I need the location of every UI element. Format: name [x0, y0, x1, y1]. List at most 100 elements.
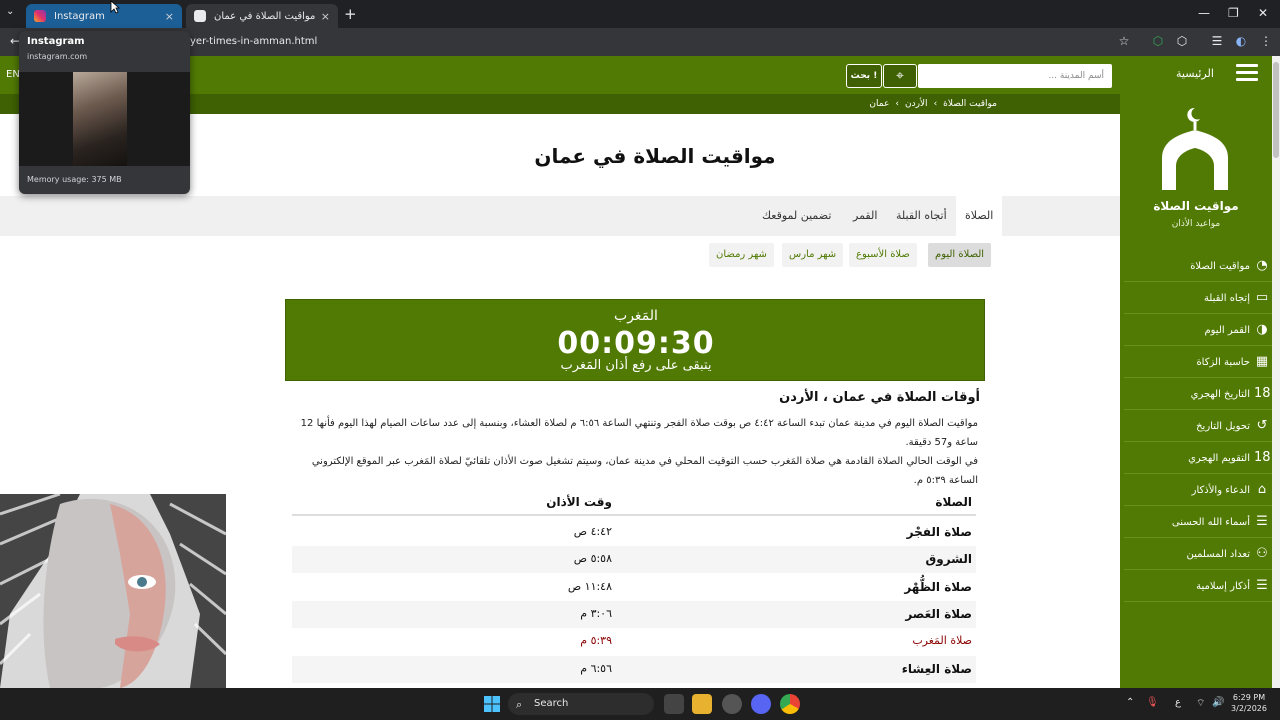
- tab-instagram[interactable]: Instagram ×: [26, 4, 182, 28]
- microphone-icon[interactable]: 🎙: [1146, 697, 1159, 708]
- pill-week[interactable]: صلاة الأسبوع: [849, 243, 917, 267]
- system-clock[interactable]: 6:29 PM 3/2/2026: [1226, 692, 1272, 714]
- browser-menu-icon[interactable]: ⋮: [1259, 34, 1273, 48]
- intro-paragraph: مواقيت الصلاة اليوم في مدينة عمان تبدء ا…: [300, 418, 978, 448]
- tray-overflow-icon[interactable]: ⌃: [1126, 697, 1134, 708]
- pill-today[interactable]: الصلاة اليوم: [928, 243, 992, 267]
- site-subtitle: مواعيد الأذان: [1171, 219, 1221, 229]
- breadcrumb-item[interactable]: الأردن: [905, 99, 928, 109]
- hamburger-menu-icon[interactable]: [1236, 64, 1258, 84]
- sidebar-item-icon: 18: [1254, 386, 1271, 401]
- clock-time: 6:29 PM: [1232, 693, 1266, 702]
- floating-video-thumbnail[interactable]: [0, 494, 226, 688]
- prayer-time: ٦:٥٦ م: [580, 661, 612, 675]
- hover-card-preview-image: [73, 72, 127, 166]
- shield-extension-icon[interactable]: ⬡: [1151, 34, 1165, 48]
- minimize-icon[interactable]: —: [1198, 6, 1210, 20]
- wifi-icon[interactable]: ⌔: [1196, 697, 1205, 710]
- sidebar-item-icon: 18: [1254, 450, 1271, 465]
- close-tab-icon[interactable]: ×: [165, 10, 174, 23]
- language-switch[interactable]: EN: [6, 69, 20, 80]
- sidebar-item[interactable]: ◔ مواقيت الصلاة: [1124, 251, 1272, 282]
- instagram-icon: [34, 10, 46, 22]
- sidebar-item-label: أذكار إسلامية: [1196, 580, 1250, 592]
- keyboard-language[interactable]: ع: [1175, 697, 1181, 708]
- prayer-time: ٣:٠٦ م: [580, 606, 612, 620]
- sidebar-item-label: تعداد المسلمين: [1186, 548, 1250, 560]
- close-window-icon[interactable]: ✕: [1258, 6, 1268, 20]
- tab-embed[interactable]: تضمين لموقعك: [753, 196, 840, 236]
- location-icon[interactable]: ⌖: [883, 64, 917, 88]
- breadcrumb-item[interactable]: عمان: [869, 99, 889, 109]
- task-view-icon[interactable]: [664, 694, 684, 714]
- search-button[interactable]: بحث !: [846, 64, 882, 88]
- table-row: صلاة المَغرب ٥:٣٩ م: [292, 628, 976, 655]
- memory-usage-label: Memory usage: 375 MB: [27, 175, 122, 184]
- header-time: وقت الأذان: [546, 495, 612, 509]
- city-search-input[interactable]: أسم المدينة ...: [918, 64, 1112, 88]
- sidebar-item-icon: ⚇: [1256, 546, 1268, 561]
- sidebar-item[interactable]: ☰ أذكار إسلامية: [1124, 571, 1272, 602]
- table-row: الشروق ٥:٥٨ ص: [292, 546, 976, 574]
- bookmark-icon[interactable]: ☆: [1117, 34, 1131, 48]
- next-prayer-paragraph: في الوقت الحالي الصلاة القادمة هي صلاة ا…: [311, 456, 978, 486]
- profile-avatar-icon[interactable]: ◐: [1234, 34, 1248, 48]
- sidebar-item[interactable]: ↺ تحويل التاريخ: [1124, 411, 1272, 442]
- discord-icon[interactable]: [751, 694, 771, 714]
- pill-march[interactable]: شهر مارس: [782, 243, 844, 267]
- tab-prayer[interactable]: الصلاة: [956, 196, 1003, 236]
- prayer-name: الشروق: [925, 552, 972, 567]
- tab-prayer-times[interactable]: مواقيت الصلاة في عمان ×: [186, 4, 338, 28]
- file-explorer-icon[interactable]: [692, 694, 712, 714]
- reading-list-icon[interactable]: ☰: [1210, 34, 1224, 48]
- sidebar-item[interactable]: ⚇ تعداد المسلمين: [1124, 539, 1272, 570]
- mouse-cursor-icon: [110, 0, 120, 14]
- sidebar-item-icon: ◑: [1256, 322, 1268, 337]
- sidebar-item[interactable]: ⌂ الدعاء والأذكار: [1124, 475, 1272, 506]
- taskbar-search[interactable]: Search: [508, 693, 654, 715]
- settings-icon[interactable]: [722, 694, 742, 714]
- prayer-name: صلاة الظُّهْر: [904, 579, 972, 594]
- new-tab-button[interactable]: +: [344, 5, 357, 23]
- sidebar-item[interactable]: ◑ القمر اليوم: [1124, 315, 1272, 346]
- prayer-name: صلاة العَصر: [905, 606, 972, 621]
- search-icon: ⌕: [516, 698, 523, 711]
- sidebar-item-label: إتجاه القبلة: [1203, 292, 1250, 304]
- maximize-icon[interactable]: ❐: [1228, 6, 1239, 20]
- chrome-icon[interactable]: [780, 694, 800, 714]
- breadcrumb-item[interactable]: مواقيت الصلاة: [943, 99, 997, 109]
- table-row: صلاة العَصر ٣:٠٦ م: [292, 600, 976, 628]
- scrollbar-thumb[interactable]: [1273, 62, 1279, 158]
- sidebar-item-label: أسماء الله الحسنى: [1171, 516, 1250, 528]
- clock-date: 3/2/2026: [1231, 704, 1267, 713]
- sidebar-item[interactable]: 18 التاريخ الهجري: [1124, 379, 1272, 410]
- tab-moon[interactable]: القمر: [844, 196, 886, 236]
- address-bar[interactable]: yer-times-in-amman.html: [30, 32, 1140, 52]
- sidebar-item-label: التاريخ الهجري: [1190, 388, 1250, 400]
- close-tab-icon[interactable]: ×: [321, 10, 330, 23]
- sidebar-item[interactable]: 18 التقويم الهجري: [1124, 443, 1272, 474]
- pill-ramadan[interactable]: شهر رمضان: [709, 243, 774, 267]
- sidebar-item-icon: ☰: [1256, 514, 1268, 529]
- prayer-time: ٤:٤٢ ص: [573, 525, 612, 538]
- sidebar-item[interactable]: ▦ حاسبة الزكاة: [1124, 347, 1272, 378]
- sidebar-item[interactable]: ▭ إتجاه القبلة: [1124, 283, 1272, 314]
- tab-title: Instagram: [54, 10, 105, 22]
- home-link[interactable]: الرئيسية: [1176, 67, 1214, 80]
- tab-qibla[interactable]: أتجاه القبلة: [887, 196, 956, 236]
- prayer-time: ٥:٣٩ م: [580, 634, 612, 648]
- sidebar-item-icon: ☰: [1256, 578, 1268, 593]
- hover-card-title: Instagram: [27, 36, 85, 47]
- page-title: مواقيت الصلاة في عمان: [534, 144, 776, 168]
- sidebar-item[interactable]: ☰ أسماء الله الحسنى: [1124, 507, 1272, 538]
- mosque-logo-icon: [1162, 107, 1228, 190]
- prayer-name: صلاة العِشاء: [901, 661, 972, 676]
- sidebar-item-icon: ↺: [1256, 418, 1268, 433]
- prayer-time: ٥:٥٨ ص: [573, 552, 612, 566]
- volume-icon[interactable]: 🔊: [1212, 697, 1224, 708]
- windows-start-icon[interactable]: [482, 694, 502, 714]
- tab-search-icon[interactable]: ⌄: [6, 6, 14, 17]
- countdown-timer: 00:09:30: [557, 326, 715, 361]
- extensions-icon[interactable]: ⬡: [1175, 34, 1189, 48]
- site-name[interactable]: مواقيت الصلاة: [1120, 199, 1272, 213]
